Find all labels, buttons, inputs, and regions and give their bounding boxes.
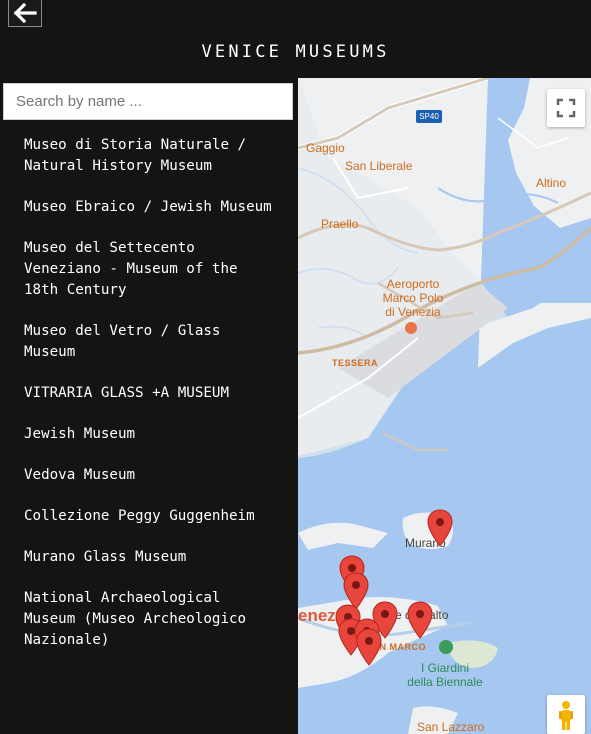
map-label-san-lazzaro: San Lazzaro xyxy=(417,720,485,734)
list-item[interactable]: Museo del Vetro / Glass Museum xyxy=(0,311,297,373)
list-item[interactable]: Murano Glass Museum xyxy=(0,537,297,578)
road-shield: SP40 xyxy=(416,110,442,123)
map-label-san-liberale: San Liberale xyxy=(345,159,413,173)
search-input[interactable] xyxy=(3,83,293,120)
map-label-praello: Praello xyxy=(321,217,359,231)
list-item[interactable]: Museo di Storia Naturale / Natural Histo… xyxy=(0,125,297,187)
list-item[interactable]: Vedova Museum xyxy=(0,455,297,496)
street-view-button[interactable] xyxy=(547,695,585,734)
map-label-gaggio: Gaggio xyxy=(306,141,345,155)
fullscreen-button[interactable] xyxy=(547,89,585,127)
arrow-left-icon xyxy=(13,3,37,23)
list-item[interactable]: VITRARIA GLASS +A MUSEUM xyxy=(0,373,297,414)
map-label-giardini: I Giardini della Biennale xyxy=(407,661,483,689)
map-marker[interactable] xyxy=(356,628,382,666)
map[interactable]: SP40 Gaggio San Liberale Altino Praello … xyxy=(298,78,591,734)
map-label-tessera: TESSERA xyxy=(332,358,379,368)
map-label-airport: Aeroporto Marco Polo di Venezia xyxy=(382,277,444,319)
list-item[interactable]: Collezione Peggy Guggenheim xyxy=(0,496,297,537)
museum-list: Museo di Storia Naturale / Natural Histo… xyxy=(0,125,297,661)
map-marker[interactable] xyxy=(407,601,433,639)
map-label-altino: Altino xyxy=(536,176,567,190)
list-item[interactable]: Museo Ebraico / Jewish Museum xyxy=(0,187,297,228)
fullscreen-icon xyxy=(556,98,576,118)
back-button[interactable] xyxy=(8,0,42,27)
map-marker[interactable] xyxy=(427,509,453,547)
street-view-pegman-icon xyxy=(559,701,573,730)
list-item[interactable]: National Archaeological Museum (Museo Ar… xyxy=(0,578,297,661)
list-item[interactable]: Jewish Museum xyxy=(0,414,297,455)
map-label-venezia: enez xyxy=(298,606,336,625)
list-item[interactable]: Museo del Settecento Veneziano - Museum … xyxy=(0,228,297,311)
page-title: VENICE MUSEUMS xyxy=(201,42,390,62)
